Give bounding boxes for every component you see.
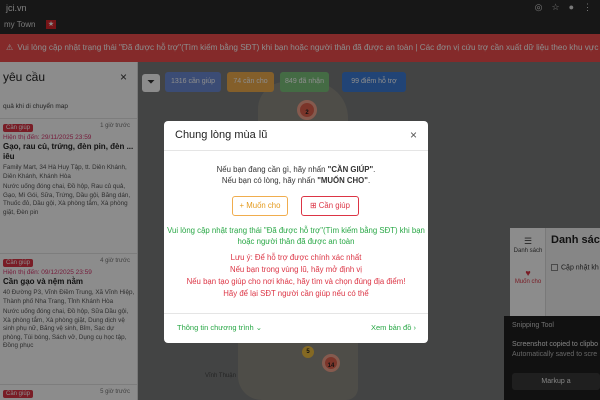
need-help-button[interactable]: ⊞ Cần giúp <box>301 196 359 216</box>
dialog-header: Chung lòng mùa lũ × <box>164 121 428 151</box>
dialog-intro: Nếu bạn đang cần gì, hãy nhấn "CẦN GIÚP"… <box>216 165 376 185</box>
welcome-dialog: Chung lòng mùa lũ × Nếu bạn đang cần gì,… <box>164 121 428 343</box>
notes-list: Lưu ý: Để hỗ trợ được chính xác nhất Nếu… <box>186 253 406 298</box>
dialog-footer: Thông tin chương trình ⌄ Xem bản đồ › <box>164 313 428 343</box>
want-give-button[interactable]: + Muốn cho <box>232 196 288 216</box>
dialog-title: Chung lòng mùa lũ <box>175 129 268 141</box>
plus-square-icon: ⊞ <box>310 201 317 210</box>
plus-icon: + <box>239 201 245 210</box>
status-update-note: Vui lòng cập nhật trạng thái "Đã được hỗ… <box>167 226 425 246</box>
program-info-link[interactable]: Thông tin chương trình ⌄ <box>177 323 262 332</box>
close-icon[interactable]: × <box>410 128 417 142</box>
view-map-link[interactable]: Xem bản đồ › <box>371 323 416 332</box>
chevron-right-icon: › <box>413 323 417 332</box>
chevron-down-icon: ⌄ <box>255 323 263 332</box>
